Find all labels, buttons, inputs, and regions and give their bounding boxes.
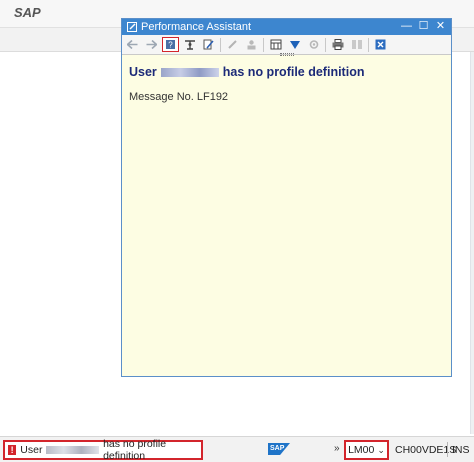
system-id: LM00 — [348, 444, 375, 456]
user-icon[interactable] — [243, 37, 260, 52]
popup-titlebar[interactable]: Performance Assistant — ☐ ✕ — [122, 19, 451, 35]
back-icon[interactable] — [124, 37, 141, 52]
bookmark-icon[interactable] — [286, 37, 303, 52]
chevron-down-icon: ⌄ — [377, 444, 385, 455]
technical-info-icon[interactable] — [181, 37, 198, 52]
toolbar-divider — [325, 37, 326, 52]
maximize-icon[interactable]: ☐ — [417, 20, 430, 33]
settings-icon[interactable] — [305, 37, 322, 52]
status-bar: ! User has no profile definition SAP » L… — [0, 436, 474, 462]
heading-suffix: has no profile definition — [222, 65, 365, 79]
close-window-icon[interactable]: ✕ — [434, 20, 447, 33]
status-divider — [447, 442, 448, 457]
more-icon[interactable]: » — [334, 443, 340, 454]
system-dropdown[interactable]: LM00 ⌄ — [344, 440, 389, 460]
calendar-icon[interactable] — [267, 37, 284, 52]
forward-icon[interactable] — [143, 37, 160, 52]
status-prefix: User — [20, 444, 43, 456]
toolbar-divider — [263, 37, 264, 52]
status-text: User has no profile definition — [20, 438, 201, 462]
app-title: SAP — [14, 5, 41, 20]
heading-prefix: User — [129, 65, 157, 79]
popup-title: Performance Assistant — [141, 21, 252, 33]
insert-mode[interactable]: INS — [452, 444, 470, 456]
resize-grip[interactable] — [280, 53, 294, 56]
performance-assistant-window: Performance Assistant — ☐ ✕ ? User has n… — [121, 18, 452, 377]
scrollbar[interactable] — [470, 52, 474, 434]
status-suffix: has no profile definition — [103, 438, 167, 462]
sap-logo: SAP — [268, 443, 290, 455]
doc-icon[interactable] — [348, 37, 365, 52]
status-message[interactable]: ! User has no profile definition — [3, 438, 203, 462]
print-icon[interactable] — [329, 37, 346, 52]
message-heading: User has no profile definition — [129, 65, 447, 79]
message-content: User has no profile definition Message N… — [129, 65, 447, 103]
redacted-username — [160, 67, 219, 77]
popup-toolbar: ? — [122, 35, 451, 55]
toolbar-divider — [220, 37, 221, 52]
window-icon — [127, 22, 137, 32]
redacted-username — [46, 446, 100, 454]
minimize-icon[interactable]: — — [400, 20, 413, 33]
edit-pen-icon[interactable] — [224, 37, 241, 52]
toolbar-divider — [368, 37, 369, 52]
error-icon: ! — [8, 445, 17, 455]
message-number: Message No. LF192 — [129, 91, 229, 103]
svg-text:?: ? — [168, 41, 173, 50]
edit-icon[interactable] — [200, 37, 217, 52]
close-icon[interactable] — [372, 37, 389, 52]
help-book-icon[interactable]: ? — [162, 37, 179, 52]
